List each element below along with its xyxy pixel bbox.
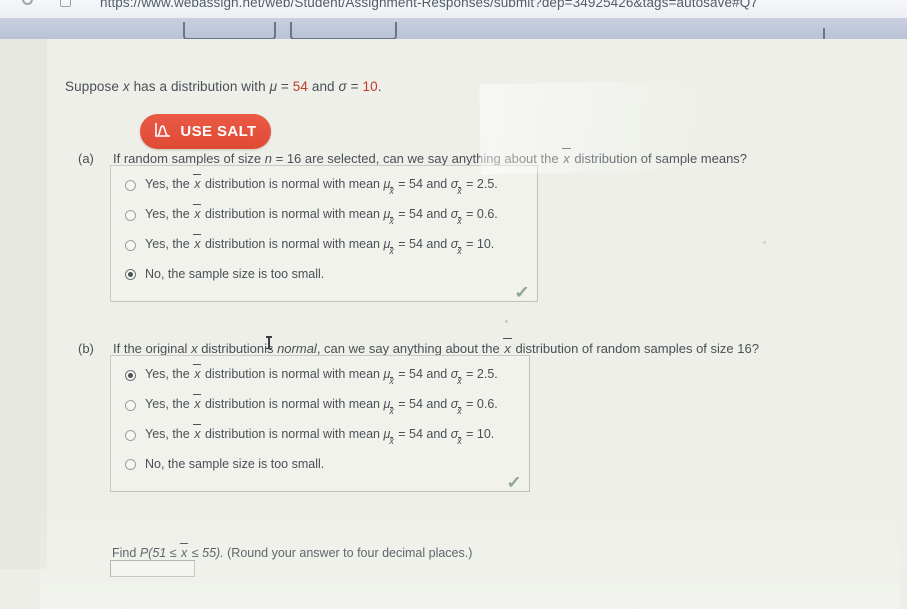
equals-sign-2: = [350, 79, 359, 94]
dust-speck [763, 241, 766, 244]
part-a-option-2[interactable]: Yes, the x distribution is normal with m… [125, 234, 495, 256]
page-icon [60, 0, 71, 7]
browser-url-bar[interactable]: https://www.webassign.net/web/Student/As… [0, 0, 907, 18]
part-a-option-1[interactable]: Yes, the x distribution is normal with m… [125, 204, 498, 226]
radio-part-a-option-3[interactable] [125, 268, 136, 280]
statement-prefix: Suppose [65, 79, 119, 94]
statement-mid: has a distribution with [133, 79, 266, 94]
part-a-q-post: distribution of sample means? [574, 151, 748, 166]
and-text: and [311, 79, 335, 94]
text-cursor-icon [266, 336, 271, 349]
find-prefix: Find [112, 546, 137, 560]
part-b-option-1-label: Yes, the x distribution is normal with m… [145, 394, 498, 416]
part-a-question: If random samples of size n = 16 are sel… [113, 148, 748, 166]
radio-part-a-option-0[interactable] [125, 179, 136, 191]
distribution-chart-icon [154, 121, 171, 142]
part-a-option-3-label: No, the sample size is too small. [145, 267, 325, 281]
x-bar-symbol: x [180, 543, 189, 560]
bookmark-item-1[interactable] [183, 22, 276, 40]
x-bar-symbol: x [193, 394, 202, 411]
page-left-gutter [0, 39, 47, 569]
part-a-label: (a) [78, 151, 94, 166]
use-salt-button[interactable]: USE SALT [140, 114, 271, 149]
part-b-option-2-label: Yes, the x distribution is normal with m… [145, 424, 495, 446]
mu-symbol: μ [269, 79, 278, 94]
radio-part-b-option-1[interactable] [125, 399, 136, 411]
part-a-q-n-eq: = 16 [275, 151, 302, 166]
part-a-option-1-label: Yes, the x distribution is normal with m… [145, 204, 498, 226]
part-b-answer-box: Yes, the x distribution is normal with m… [110, 355, 530, 492]
part-a-q-pre: If random samples of size [113, 151, 262, 166]
find-probability-prompt: Find P(51 ≤ x ≤ 55). (Round your answer … [112, 543, 473, 560]
x-bar-symbol: x [562, 148, 571, 166]
problem-statement: Suppose x has a distribution with μ = 54… [65, 79, 382, 94]
mu-value: 54 [292, 79, 308, 94]
browser-bookmarks-bar[interactable] [0, 18, 907, 44]
radio-part-a-option-1[interactable] [125, 209, 136, 221]
radio-part-b-option-2[interactable] [125, 429, 136, 441]
find-prob-close: ≤ 55). [191, 546, 224, 560]
radio-part-b-option-3[interactable] [125, 458, 136, 470]
x-bar-symbol: x [193, 364, 202, 381]
part-a-correct-checkmark-icon: ✓ [514, 283, 530, 302]
use-salt-label: USE SALT [180, 123, 257, 140]
part-a-q-mid: are selected, can we say anything about … [304, 151, 559, 166]
dust-speck [505, 320, 508, 323]
part-b-option-3[interactable]: No, the sample size is too small. [125, 457, 324, 471]
part-b-q-italic: normal [277, 341, 317, 356]
x-bar-symbol: x [193, 174, 202, 191]
x-bar-symbol: x [193, 424, 202, 441]
part-b-q-post: distribution of random samples of size 1… [515, 341, 759, 356]
radio-part-a-option-2[interactable] [125, 239, 136, 251]
bookmark-item-2[interactable] [290, 22, 397, 40]
part-b-option-0[interactable]: Yes, the x distribution is normal with m… [125, 364, 498, 386]
assignment-page: Suppose x has a distribution with μ = 54… [0, 39, 907, 609]
x-bar-symbol: x [503, 338, 512, 356]
part-a-option-2-label: Yes, the x distribution is normal with m… [145, 234, 495, 256]
browser-back-icon[interactable] [22, 0, 33, 5]
part-a-option-3[interactable]: No, the sample size is too small. [125, 267, 324, 281]
part-a-option-0-label: Yes, the x distribution is normal with m… [145, 174, 498, 196]
radio-part-b-option-0[interactable] [125, 369, 136, 381]
part-b-q-pre: If the original [113, 341, 188, 356]
sigma-symbol: σ [338, 79, 347, 94]
part-a-option-0[interactable]: Yes, the x distribution is normal with m… [125, 174, 498, 196]
part-b-q-mid3: , can we say anything about the [316, 341, 500, 356]
part-b-option-1[interactable]: Yes, the x distribution is normal with m… [125, 394, 498, 416]
part-b-option-2[interactable]: Yes, the x distribution is normal with m… [125, 424, 495, 446]
part-b-question: If the original x distributionis normal,… [113, 338, 759, 356]
part-b-option-3-label: No, the sample size is too small. [145, 457, 325, 471]
statement-period: . [377, 79, 382, 94]
part-a-answer-box: Yes, the x distribution is normal with m… [110, 165, 538, 302]
part-b-label: (b) [78, 341, 94, 356]
x-bar-symbol: x [193, 204, 202, 221]
find-instruction: (Round your answer to four decimal place… [227, 546, 473, 560]
part-b-q-var: x [191, 341, 198, 356]
part-b-option-0-label: Yes, the x distribution is normal with m… [145, 364, 498, 386]
sigma-value: 10 [362, 79, 378, 94]
part-b-correct-checkmark-icon: ✓ [506, 473, 522, 492]
statement-variable: x [122, 79, 130, 94]
url-text[interactable]: https://www.webassign.net/web/Student/As… [100, 0, 758, 10]
part-a-q-n: n [264, 151, 272, 166]
find-prob-open: P(51 ≤ [139, 546, 177, 560]
x-bar-symbol: x [193, 234, 202, 251]
part-b-q-mid1: distribution [201, 341, 265, 356]
equals-sign-1: = [280, 79, 289, 94]
